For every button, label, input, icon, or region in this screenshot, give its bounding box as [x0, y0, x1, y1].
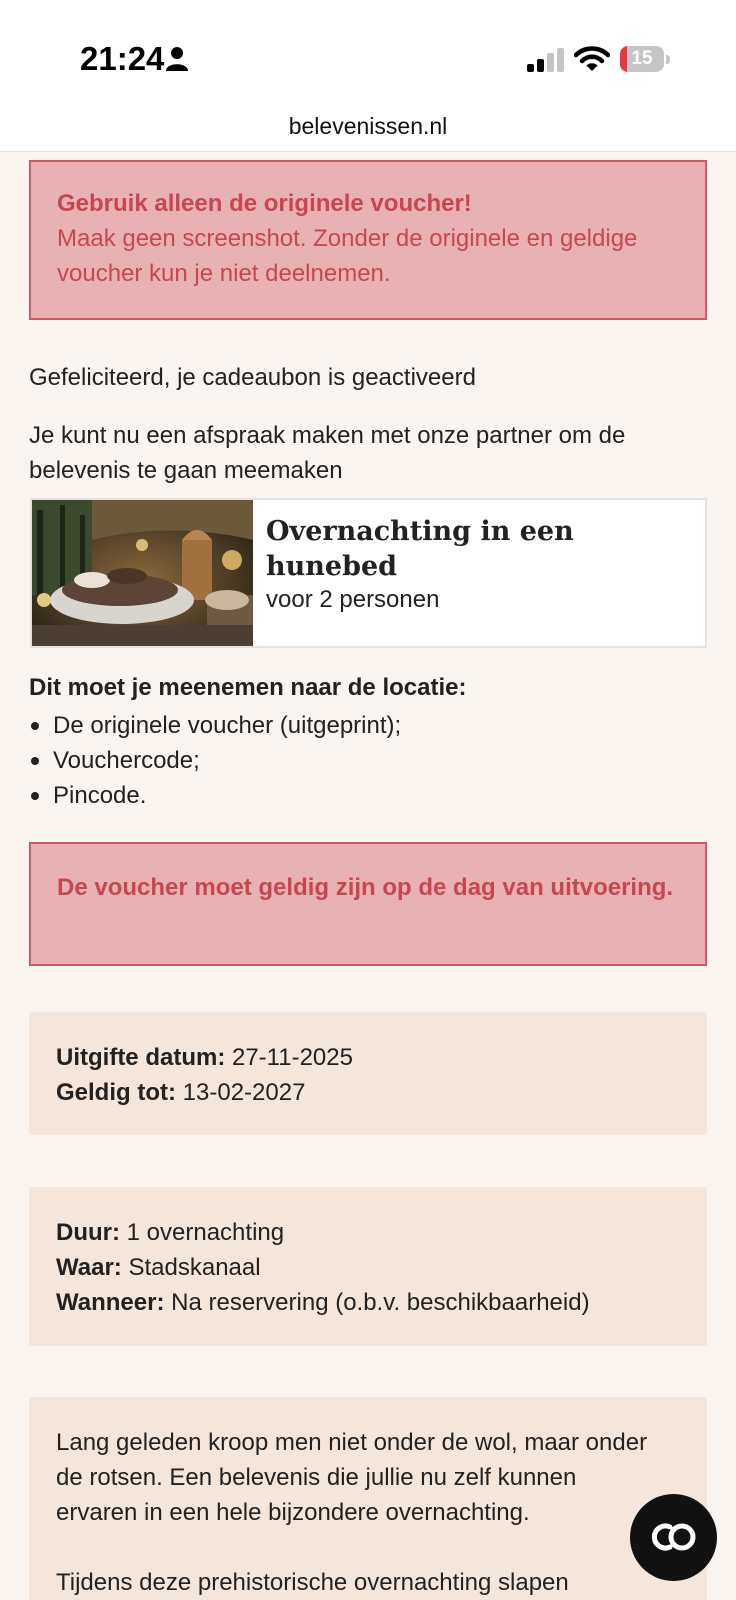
status-bar: 21:24 15: [0, 0, 736, 108]
list-item: Vouchercode;: [29, 743, 401, 778]
duration-row: Duur: 1 overnachting: [56, 1215, 680, 1250]
description-paragraph-2: Tijdens deze prehistorische overnachting…: [56, 1569, 569, 1596]
address-bar[interactable]: belevenissen.nl: [0, 108, 736, 152]
validity-alert: De voucher moet geldig zijn op de dag va…: [29, 842, 707, 966]
product-image: [32, 500, 253, 646]
battery-level: 15: [631, 48, 653, 69]
list-item: De originele voucher (uitgeprint);: [29, 708, 401, 743]
valid-until-label: Geldig tot:: [56, 1079, 176, 1106]
description-paragraph-1: Lang geleden kroop men niet onder de wol…: [56, 1429, 648, 1526]
location-value: Stadskanaal: [128, 1254, 261, 1281]
battery-icon: 15: [620, 46, 670, 72]
signal-icon: [527, 48, 564, 72]
original-voucher-alert: Gebruik alleen de originele voucher! Maa…: [29, 160, 707, 320]
issue-date-row: Uitgifte datum: 27-11-2025: [56, 1040, 680, 1075]
status-time: 21:24: [80, 40, 165, 77]
issue-date-label: Uitgifte datum:: [56, 1044, 226, 1071]
person-icon: [166, 47, 188, 71]
valid-until-row: Geldig tot: 13-02-2027: [56, 1075, 680, 1110]
bring-list: De originele voucher (uitgeprint); Vouch…: [29, 708, 401, 813]
location-row: Waar: Stadskanaal: [56, 1250, 680, 1285]
description-box: Lang geleden kroop men niet onder de wol…: [29, 1397, 707, 1600]
product-card[interactable]: Overnachting in een hunebed voor 2 perso…: [30, 498, 707, 648]
chat-icon: [651, 1523, 696, 1551]
product-title: Overnachting in een hunebed: [266, 516, 574, 582]
details-box: Duur: 1 overnachting Waar: Stadskanaal W…: [29, 1187, 707, 1346]
list-item: Pincode.: [29, 778, 401, 813]
when-label: Wanneer:: [56, 1289, 165, 1316]
validity-alert-text: De voucher moet geldig zijn op de dag va…: [57, 874, 674, 901]
wifi-icon: [574, 46, 610, 71]
duration-label: Duur:: [56, 1219, 120, 1246]
product-subtitle: voor 2 personen: [266, 586, 440, 613]
alert-body: Maak geen screenshot. Zonder de originel…: [57, 225, 638, 287]
alert-heading: Gebruik alleen de originele voucher!: [57, 190, 472, 217]
when-value: Na reservering (o.b.v. beschikbaarheid): [171, 1289, 590, 1316]
url-text: belevenissen.nl: [288, 113, 448, 139]
issue-date-value: 27-11-2025: [231, 1044, 353, 1071]
dates-box: Uitgifte datum: 27-11-2025 Geldig tot: 1…: [29, 1012, 707, 1135]
instruction-text: Je kunt nu een afspraak maken met onze p…: [29, 422, 626, 484]
chat-button[interactable]: [630, 1494, 717, 1581]
valid-until-value: 13-02-2027: [182, 1079, 306, 1106]
congrats-text: Gefeliciteerd, je cadeaubon is geactivee…: [29, 364, 476, 391]
bring-list-title: Dit moet je meenemen naar de locatie:: [29, 674, 467, 701]
location-label: Waar:: [56, 1254, 122, 1281]
when-row: Wanneer: Na reservering (o.b.v. beschikb…: [56, 1285, 680, 1320]
duration-value: 1 overnachting: [126, 1219, 285, 1246]
